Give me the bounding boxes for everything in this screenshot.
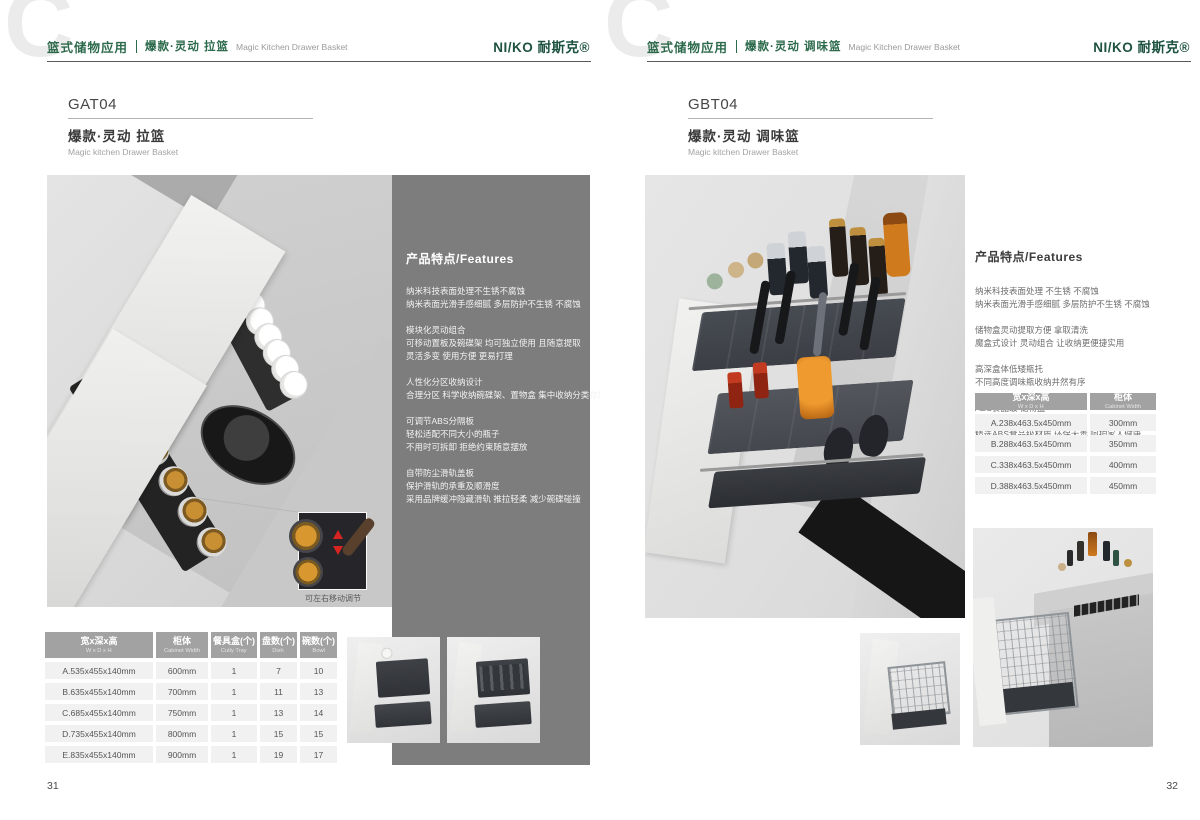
jar-lid <box>727 261 744 278</box>
orange-sauce-bottle <box>796 355 834 419</box>
table-header-row: 宽x深x高W x D x H 柜体Cabinet Width <box>975 393 1156 410</box>
jar-lid <box>706 273 723 290</box>
features-title: 产品特点/Features <box>975 248 1190 265</box>
feature-line: 保护滑轨的承重及顺滑度 <box>406 480 580 493</box>
catalog-spread: C 篮式储物应用 爆款·灵动 拉篮 Magic Kitchen Drawer B… <box>0 0 1200 820</box>
spice-pullout-basket <box>692 234 927 558</box>
bottle <box>1067 550 1073 566</box>
feature-line: 魔盒式设计 灵动组合 让收纳更便捷实用 <box>975 337 1190 350</box>
table-row: E.835x455x140mm900mm11917 <box>45 746 337 763</box>
feature-line: 人性化分区收纳设计 <box>406 376 580 389</box>
brand-logo: NI/KO 耐斯克® <box>493 36 590 56</box>
table-row: D.735x455x140mm800mm11515 <box>45 725 337 742</box>
table-row: A.535x455x140mm600mm1710 <box>45 662 337 679</box>
feature-line: 灵活多变 使用方便 更易打理 <box>406 350 580 363</box>
spec-table: 宽x深x高W x D x H 柜体Cabinet Width A.238x463… <box>975 393 1156 494</box>
basket-base-tray <box>708 457 926 508</box>
feature-line: 轻松适配不同大小的瓶子 <box>406 428 580 441</box>
product-rule <box>688 118 933 119</box>
spec-table: 宽x深x高W x D x H 柜体Cabinet Width 餐具盒(个)Cut… <box>45 632 337 763</box>
inset-jar <box>293 557 323 587</box>
feature-line: 可移动置板及碗碟架 均可独立使用 且随意提取 <box>406 337 580 350</box>
page-header: 篮式储物应用 爆款·灵动 调味篮 Magic Kitchen Drawer Ba… <box>647 36 1190 56</box>
bottle <box>1103 541 1110 561</box>
oil-bottle <box>882 212 910 278</box>
header-subtitle: 爆款·灵动 调味篮 <box>745 38 842 54</box>
page-number: 31 <box>47 780 59 792</box>
header-divider <box>736 40 737 53</box>
table-row: C.685x455x140mm750mm11314 <box>45 704 337 721</box>
feature-line: 纳米表面光滑手感细腻 多层防护不生锈 不腐蚀 <box>975 298 1190 311</box>
secondary-photo-wire-basket <box>860 633 960 745</box>
product-heading: GBT04 爆款·灵动 调味篮 Magic kitchen Drawer Bas… <box>688 96 938 157</box>
features-title: 产品特点/Features <box>406 250 580 267</box>
brand-logo: NI/KO 耐斯克® <box>1093 36 1190 56</box>
red-cap-bottle <box>727 372 743 409</box>
main-product-photo: 可左右移动调节 <box>47 175 392 607</box>
product-rule <box>68 118 313 119</box>
sauce-bottle <box>807 246 829 299</box>
inset-caption: 可左右移动调节 <box>279 593 387 604</box>
bottle <box>1077 541 1084 561</box>
header-subtitle: 爆款·灵动 拉篮 <box>145 38 229 54</box>
oil-bottle <box>1088 532 1097 556</box>
table-row: B.288x463.5x450mm350mm <box>975 435 1156 452</box>
table-row: B.635x455x140mm700mm11113 <box>45 683 337 700</box>
red-cap-bottle <box>753 362 769 399</box>
detail-inset-photo <box>299 513 366 589</box>
bottle <box>1113 550 1119 566</box>
secondary-photo-basket-angle-1 <box>347 637 440 743</box>
table-row: D.388x463.5x450mm450mm <box>975 477 1156 494</box>
feature-line: 高深盒体低矮瓶托 <box>975 363 1190 376</box>
feature-line: 纳米表面光滑手感细腻 多层防护不生锈 不腐蚀 <box>406 298 580 311</box>
feature-line: 合理分区 科学收纳碗碟架、置物盒 集中收纳分类存放 <box>406 389 580 402</box>
section-title: 篮式储物应用 <box>647 37 728 56</box>
section-title: 篮式储物应用 <box>47 37 128 56</box>
table-header-row: 宽x深x高W x D x H 柜体Cabinet Width 餐具盒(个)Cut… <box>45 632 337 658</box>
red-arrow-up-icon <box>333 530 343 539</box>
feature-line: 自带防尘滑轨盖板 <box>406 467 580 480</box>
feature-line: 不用时可拆卸 拒绝约束随意摆放 <box>406 441 580 454</box>
table-row: A.238x463.5x450mm300mm <box>975 414 1156 431</box>
red-arrow-down-icon <box>333 546 343 555</box>
feature-line: 模块化灵动组合 <box>406 324 580 337</box>
bottle-cap <box>1124 559 1132 567</box>
feature-line: 可调节ABS分隔板 <box>406 415 580 428</box>
secondary-photo-kitchen-scene <box>973 528 1153 747</box>
feature-line: 纳米科技表面处理不生锈不腐蚀 <box>406 285 580 298</box>
page-header: 篮式储物应用 爆款·灵动 拉篮 Magic Kitchen Drawer Bas… <box>47 36 590 56</box>
product-name: 爆款·灵动 拉篮 <box>68 125 318 145</box>
features-block: 产品特点/Features 纳米科技表面处理不生锈不腐蚀纳米表面光滑手感细腻 多… <box>406 250 580 519</box>
main-product-photo <box>645 175 965 618</box>
product-name-en: Magic kitchen Drawer Basket <box>688 147 938 157</box>
page-31: C 篮式储物应用 爆款·灵动 拉篮 Magic Kitchen Drawer B… <box>0 0 600 820</box>
page-32: C 篮式储物应用 爆款·灵动 调味篮 Magic Kitchen Drawer … <box>600 0 1200 820</box>
header-subtitle-en: Magic Kitchen Drawer Basket <box>849 42 961 52</box>
table-row: C.338x463.5x450mm400mm <box>975 456 1156 473</box>
feature-line: 储物盒灵动提取方便 拿取清洗 <box>975 324 1190 337</box>
secondary-photo-basket-angle-2 <box>447 637 540 743</box>
feature-line: 采用品牌缓冲隐藏滑轨 推拉轻柔 减少碗碟碰撞 <box>406 493 580 506</box>
product-heading: GAT04 爆款·灵动 拉篮 Magic kitchen Drawer Bask… <box>68 96 318 157</box>
header-subtitle-en: Magic Kitchen Drawer Basket <box>236 42 348 52</box>
page-number: 32 <box>1166 780 1178 792</box>
jar-lid <box>747 252 764 269</box>
product-name: 爆款·灵动 调味篮 <box>688 125 938 145</box>
product-code: GAT04 <box>68 96 318 113</box>
feature-line: 不同高度调味瓶收纳井然有序 <box>975 376 1190 389</box>
inset-jar <box>289 519 323 553</box>
jar-lid <box>1058 563 1066 571</box>
product-code: GBT04 <box>688 96 938 113</box>
feature-line: 纳米科技表面处理 不生锈 不腐蚀 <box>975 285 1190 298</box>
header-divider <box>136 40 137 53</box>
header-rule <box>647 61 1191 62</box>
product-name-en: Magic kitchen Drawer Basket <box>68 147 318 157</box>
header-rule <box>47 61 591 62</box>
